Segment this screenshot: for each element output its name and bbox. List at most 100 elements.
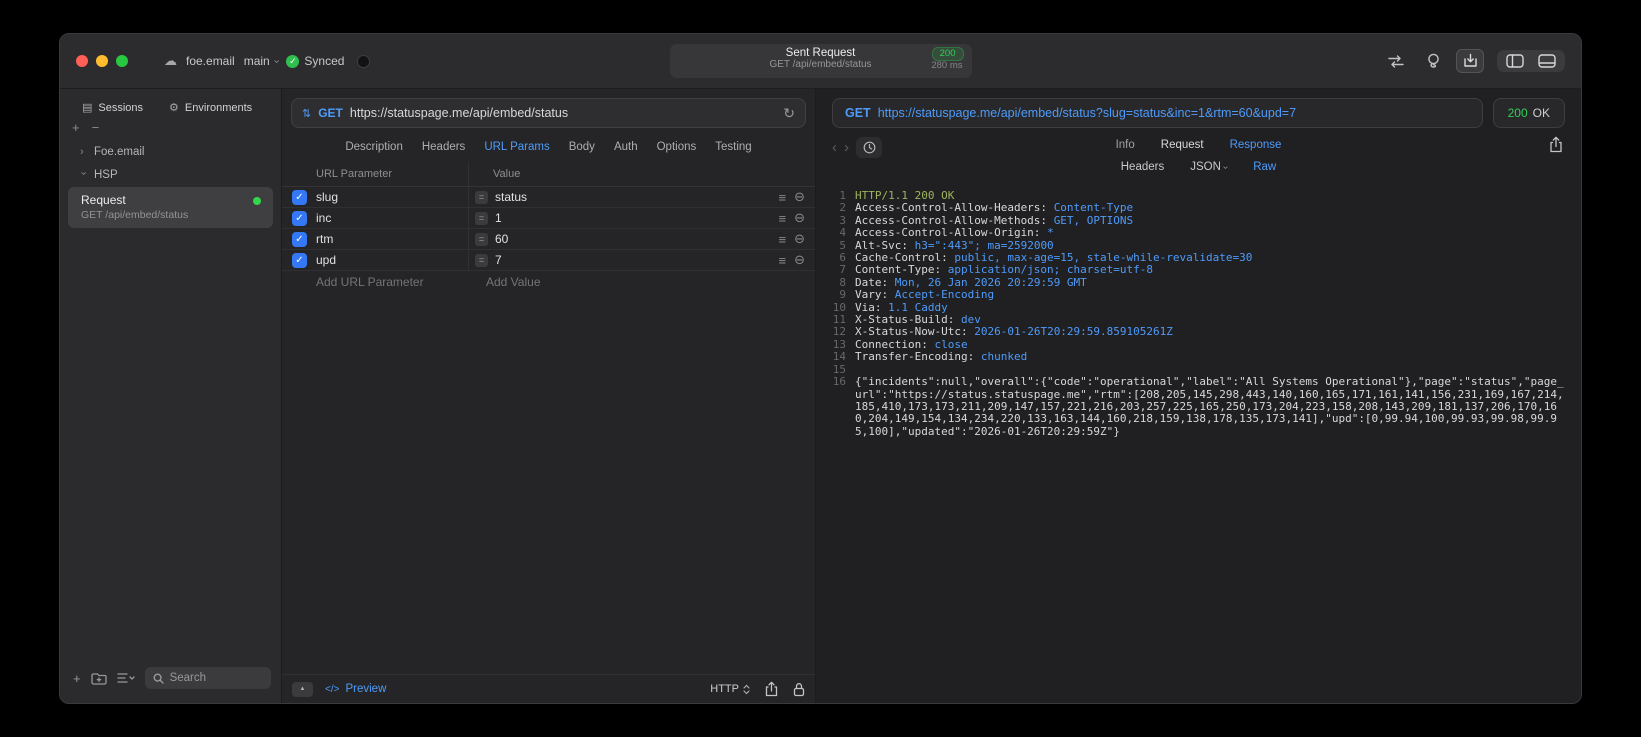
remove-row-icon[interactable]: ⊖ [794, 252, 805, 268]
checkbox-checked[interactable]: ✓ [292, 189, 307, 205]
param-key[interactable]: upd [316, 253, 468, 267]
method-switch-icon[interactable]: ⇅ [302, 107, 311, 120]
branch-selector[interactable]: main › [244, 54, 282, 68]
response-body-viewer[interactable]: 1 HTTP/1.1 200 OK 2 Access-Control-Allow-H… [816, 182, 1581, 703]
remove-session-button[interactable]: − [92, 120, 100, 135]
tab-url-params[interactable]: URL Params [484, 141, 549, 153]
add-session-button[interactable]: + [72, 120, 80, 135]
add-value-button[interactable]: Add Value [486, 275, 541, 289]
export-response-icon[interactable] [1549, 136, 1563, 153]
tab-testing[interactable]: Testing [715, 141, 751, 153]
checkbox-checked[interactable]: ✓ [292, 231, 307, 247]
add-url-parameter-button[interactable]: Add URL Parameter [316, 275, 468, 289]
response-subtabs: Headers JSON› Raw [816, 156, 1581, 182]
session-tree: › Foe.email › HSP [60, 136, 281, 186]
param-key[interactable]: inc [316, 211, 468, 225]
request-list-item[interactable]: Request GET /api/embed/status [68, 187, 273, 228]
drag-handle-icon[interactable]: ≡ [779, 211, 787, 226]
param-column-header: URL Parameter [316, 168, 393, 180]
preview-label: Preview [345, 683, 387, 695]
tab-info[interactable]: Info [1116, 139, 1135, 151]
history-back-icon[interactable]: ‹ [832, 140, 837, 155]
checkbox-checked[interactable]: ✓ [292, 210, 307, 226]
checkbox-checked[interactable]: ✓ [292, 252, 307, 268]
equals-icon: = [475, 190, 488, 204]
tab-response[interactable]: Response [1230, 139, 1282, 151]
request-url-bar[interactable]: ⇅ GET https://statuspage.me/api/embed/st… [291, 98, 806, 128]
toggle-bottom-panel-icon[interactable] [1538, 54, 1556, 68]
param-row[interactable]: ✓ rtm = 60 ≡ ⊖ [282, 229, 815, 250]
tab-sessions[interactable]: ▤ Sessions [82, 101, 143, 115]
response-method: GET [845, 106, 871, 120]
tree-item-hsp[interactable]: › HSP [68, 163, 273, 186]
clock-icon [863, 141, 875, 154]
zoom-window-button[interactable] [116, 55, 128, 67]
sync-status[interactable]: ✓ Synced [286, 54, 344, 68]
search-icon [153, 672, 164, 684]
lasso-icon[interactable] [1419, 49, 1447, 73]
swap-arrows-icon[interactable] [1382, 49, 1410, 73]
response-pane: GET https://statuspage.me/api/embed/stat… [816, 89, 1581, 703]
request-method[interactable]: GET [318, 106, 343, 120]
param-value[interactable]: status [495, 190, 527, 204]
protocol-selector[interactable]: HTTP [710, 683, 750, 695]
history-clock-button[interactable] [856, 137, 882, 158]
subtab-json[interactable]: JSON› [1190, 161, 1231, 173]
history-forward-icon[interactable]: › [844, 140, 849, 155]
remove-row-icon[interactable]: ⊖ [794, 210, 805, 226]
minimize-window-button[interactable] [96, 55, 108, 67]
drag-handle-icon[interactable]: ≡ [779, 232, 787, 247]
add-folder-icon[interactable] [90, 672, 107, 685]
request-url[interactable]: https://statuspage.me/api/embed/status [350, 106, 568, 120]
add-request-button[interactable]: + [73, 671, 81, 686]
cloud-icon: ☁ [164, 53, 177, 68]
sort-list-icon[interactable] [116, 672, 135, 684]
session-indicator-dot[interactable] [357, 54, 371, 68]
traffic-lights [76, 55, 128, 67]
param-row[interactable]: ✓ slug = status ≡ ⊖ [282, 187, 815, 208]
tab-request[interactable]: Request [1161, 139, 1204, 151]
response-nav: ‹ › Info Request Response [816, 132, 1581, 158]
param-value[interactable]: 1 [495, 211, 502, 225]
request-status-dot [253, 197, 261, 205]
remove-row-icon[interactable]: ⊖ [794, 231, 805, 247]
param-key[interactable]: rtm [316, 232, 468, 246]
expand-console-button[interactable]: ▲ [292, 681, 313, 697]
remove-row-icon[interactable]: ⊖ [794, 189, 805, 205]
tab-description[interactable]: Description [345, 141, 403, 153]
sessions-icon: ▤ [82, 102, 93, 114]
drag-handle-icon[interactable]: ≡ [779, 190, 787, 205]
param-value[interactable]: 7 [495, 253, 502, 267]
value-column-header: Value [493, 168, 521, 180]
request-subtitle: GET /api/embed/status [81, 209, 189, 221]
subtab-raw[interactable]: Raw [1253, 161, 1276, 173]
toggle-left-panel-icon[interactable] [1506, 54, 1524, 68]
request-footer: ▲ </> Preview HTTP [282, 674, 815, 703]
tab-options[interactable]: Options [657, 141, 697, 153]
lock-icon[interactable] [793, 682, 805, 697]
save-response-icon[interactable] [1456, 49, 1484, 73]
project-name[interactable]: foe.email [186, 54, 235, 68]
tab-environments[interactable]: ⚙ Environments [169, 101, 252, 115]
sync-status-label: Synced [304, 54, 345, 68]
preview-button[interactable]: </> Preview [325, 683, 386, 695]
search-input[interactable]: Search [144, 667, 271, 689]
request-tabs: Description Headers URL Params Body Auth… [282, 131, 815, 162]
param-key[interactable]: slug [316, 190, 468, 204]
param-row[interactable]: ✓ upd = 7 ≡ ⊖ [282, 250, 815, 271]
close-window-button[interactable] [76, 55, 88, 67]
refresh-icon[interactable]: ↻ [783, 105, 795, 122]
sent-request-url[interactable]: GET https://statuspage.me/api/embed/stat… [832, 98, 1483, 128]
param-row[interactable]: ✓ inc = 1 ≡ ⊖ [282, 208, 815, 229]
subtab-headers[interactable]: Headers [1121, 161, 1164, 173]
tab-auth[interactable]: Auth [614, 141, 638, 153]
tree-item-foe-email[interactable]: › Foe.email [68, 140, 273, 163]
tab-headers[interactable]: Headers [422, 141, 465, 153]
drag-handle-icon[interactable]: ≡ [779, 253, 787, 268]
main-content: ▤ Sessions ⚙ Environments + − › Foe.emai… [60, 89, 1581, 703]
titlebar: ☁ foe.email main › ✓ Synced Sent Request… [60, 34, 1581, 89]
tab-body[interactable]: Body [569, 141, 595, 153]
share-icon[interactable] [765, 681, 778, 697]
sent-request-capsule[interactable]: Sent Request 200 GET /api/embed/status 2… [669, 44, 972, 78]
param-value[interactable]: 60 [495, 232, 508, 246]
